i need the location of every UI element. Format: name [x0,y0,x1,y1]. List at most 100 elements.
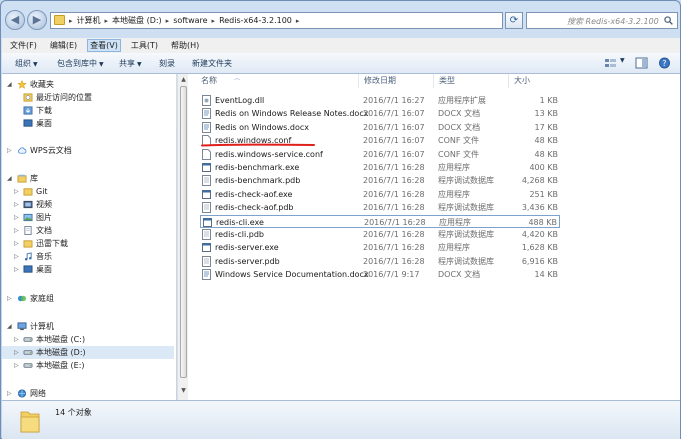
column-divider[interactable] [358,74,359,88]
nav-lib-thunder-downloads[interactable]: ▷ 迅雷下载 [2,237,174,250]
file-icon [202,148,211,160]
explorer-window: ◀ ▶ ▸ 计算机 ▸ 本地磁盘 (D:) ▸ software ▸ Redis… [0,0,681,439]
preview-pane-icon[interactable] [635,57,648,69]
pdb-file-icon [202,202,211,214]
menu-edit[interactable]: 编辑(E) [50,40,77,51]
file-row[interactable]: redis-server.exe 2016/7/1 16:28 应用程序 1,628 … [200,241,560,254]
expand-arrow-icon[interactable]: ▷ [7,295,15,302]
expand-arrow-icon[interactable]: ▷ [7,147,15,154]
view-options-icon[interactable] [604,57,617,69]
file-type: CONF 文件 [438,136,480,146]
file-row[interactable]: redis-server.pdb 2016/7/1 16:28 程序调试数据库 6,9… [200,255,560,268]
column-size[interactable]: 大小 [514,75,530,86]
scroll-down-arrow-icon[interactable]: ▼ [179,387,188,396]
chevron-down-icon: ▼ [33,61,38,68]
burn-label: 刻录 [159,59,175,68]
nav-homegroup[interactable]: ▷ 家庭组 [2,292,174,305]
file-row[interactable]: redis-check-aof.exe 2016/7/1 16:28 应用程序 251… [200,188,560,201]
file-row[interactable]: redis-benchmark.pdb 2016/7/1 16:28 程序调试数据库… [200,174,560,187]
nav-drive-d[interactable]: ▷ 本地磁盘 (D:) [2,346,174,359]
nav-lib-videos[interactable]: ▷ 视频 [2,198,174,211]
file-date: 2016/7/1 16:28 [363,176,425,186]
refresh-button[interactable]: ⟳ [505,12,523,29]
file-row[interactable]: Redis on Windows Release Notes.docx 2016/… [200,107,560,120]
file-row[interactable]: redis.windows-service.conf 2016/7/1 16:07… [200,148,560,161]
nav-lib-documents[interactable]: ▷ 文档 [2,224,174,237]
new-folder-button[interactable]: 新建文件夹 [192,58,232,69]
expand-arrow-icon[interactable]: ▷ [14,253,22,260]
nav-network[interactable]: ▷ 网络 [2,387,174,400]
forward-button[interactable]: ▶ [27,10,47,30]
expand-arrow-icon[interactable]: ▷ [14,201,22,208]
back-button[interactable]: ◀ [5,10,25,30]
expand-arrow-icon[interactable]: ◢ [7,175,15,182]
file-row[interactable]: Redis on Windows.docx 2016/7/1 16:07 DOCX … [200,121,560,134]
include-library-button[interactable]: 包含到库中 ▼ [57,58,104,69]
expand-arrow-icon[interactable]: ▷ [14,349,22,356]
expand-arrow-icon[interactable]: ◢ [7,323,15,330]
menu-help[interactable]: 帮助(H) [171,40,199,51]
nav-drive-c-label: 本地磁盘 (C:) [36,335,86,344]
nav-drive-c[interactable]: ▷ 本地磁盘 (C:) [2,333,174,346]
navigation-scrollbar[interactable]: ▲ ▼ [177,74,188,400]
expand-arrow-icon[interactable]: ◢ [7,81,15,88]
file-row[interactable]: redis-cli.exe 2016/7/1 16:28 应用程序 488 KB [200,214,560,228]
nav-music-label: 音乐 [36,252,52,261]
help-icon[interactable]: ? [658,57,671,69]
scroll-up-arrow-icon[interactable]: ▲ [179,76,188,85]
file-row[interactable]: redis-cli.pdb 2016/7/1 16:28 程序调试数据库 4,420 … [200,228,560,241]
column-date[interactable]: 修改日期 [364,75,396,86]
expand-arrow-icon[interactable]: ▷ [14,188,22,195]
burn-button[interactable]: 刻录 [159,58,175,69]
nav-wps-cloud[interactable]: ▷ WPS云文档 [2,144,174,157]
network-icon [17,389,27,398]
file-date: 2016/7/1 16:28 [363,203,425,213]
nav-desktop[interactable]: 桌面 [2,117,174,130]
address-bar[interactable]: ▸ 计算机 ▸ 本地磁盘 (D:) ▸ software ▸ Redis-x64… [50,12,503,29]
expand-arrow-icon[interactable]: ▷ [7,390,15,397]
command-toolbar: 组织 ▼ 包含到库中 ▼ 共享 ▼ 刻录 新建文件夹 ▼ ? [2,53,680,74]
details-pane: 14 个对象 [2,400,680,439]
column-divider[interactable] [508,74,509,88]
file-row[interactable]: Windows Service Documentation.docx 2016/7… [200,268,560,281]
menu-tools[interactable]: 工具(T) [131,40,158,51]
breadcrumb-redis-folder[interactable]: Redis-x64-3.2.100 [219,16,292,25]
expand-arrow-icon[interactable]: ▷ [14,266,22,273]
nav-lib-git[interactable]: ▷ Git [2,185,174,198]
breadcrumb-computer[interactable]: 计算机 [77,15,101,26]
expand-arrow-icon[interactable]: ▷ [14,362,22,369]
file-name: EventLog.dll [215,96,265,105]
file-row[interactable]: EventLog.dll 2016/7/1 16:27 应用程序扩展 1 KB [200,94,560,107]
nav-recent-places[interactable]: 最近访问的位置 [2,91,174,104]
nav-documents-label: 文档 [36,226,52,235]
nav-lib-desktop[interactable]: ▷ 桌面 [2,263,174,276]
file-name: redis-cli.exe [216,217,264,227]
nav-lib-pictures[interactable]: ▷ 图片 [2,211,174,224]
file-row[interactable]: redis-benchmark.exe 2016/7/1 16:28 应用程序 400… [200,161,560,174]
share-button[interactable]: 共享 ▼ [119,58,142,69]
file-row[interactable]: redis-check-aof.pdb 2016/7/1 16:28 程序调试数据库… [200,201,560,214]
expand-arrow-icon[interactable]: ▷ [14,227,22,234]
nav-libraries[interactable]: ◢ 库 [2,172,174,185]
scrollbar-thumb[interactable] [180,86,187,378]
column-type[interactable]: 类型 [439,75,455,86]
breadcrumb-software[interactable]: software [173,16,207,25]
expand-arrow-icon[interactable]: ▷ [14,214,22,221]
menu-file[interactable]: 文件(F) [10,40,37,51]
view-dropdown-chevron-icon[interactable]: ▼ [620,57,625,64]
column-name[interactable]: 名称 [201,75,217,86]
nav-computer[interactable]: ◢ 计算机 [2,320,174,333]
nav-downloads[interactable]: 下载 [2,104,174,117]
nav-favorites[interactable]: ◢ 收藏夹 [2,78,174,91]
nav-drive-e[interactable]: ▷ 本地磁盘 (E:) [2,359,174,372]
nav-lib-music[interactable]: ▷ 音乐 [2,250,174,263]
expand-arrow-icon[interactable]: ▷ [14,240,22,247]
organize-button[interactable]: 组织 ▼ [15,58,38,69]
share-label: 共享 [119,59,135,68]
column-divider[interactable] [433,74,434,88]
file-name: redis-benchmark.exe [215,163,300,172]
menu-view[interactable]: 查看(V) [87,39,121,52]
expand-arrow-icon[interactable]: ▷ [14,336,22,343]
breadcrumb-drive-d[interactable]: 本地磁盘 (D:) [112,15,162,26]
search-input[interactable]: 搜索 Redis-x64-3.2.100 [526,12,678,29]
